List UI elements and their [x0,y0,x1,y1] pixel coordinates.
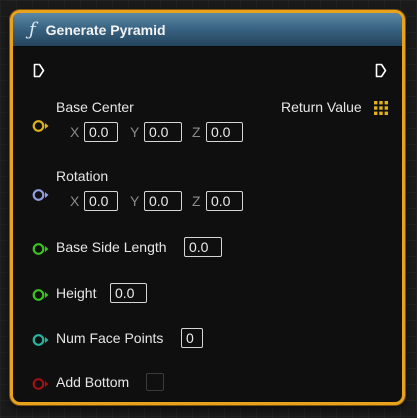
node-body: Base Center X 0.0 Y 0.0 Z 0.0 Return Val… [13,47,402,402]
base-center-y-field[interactable]: 0.0 [144,122,182,142]
height-label: Height [56,285,97,301]
height-field[interactable]: 0.0 [110,283,147,303]
array-grid-icon[interactable] [374,101,388,115]
base-center-x-label: X [70,124,80,140]
base-side-length-label: Base Side Length [56,239,167,255]
base-center-z-field[interactable]: 0.0 [206,122,243,142]
base-center-z-label: Z [192,124,201,140]
rotation-y-label: Y [130,193,140,209]
height-pin-icon[interactable] [32,289,50,301]
return-value-label: Return Value [281,99,362,115]
function-icon: ƒ [29,18,36,40]
base-center-x-field[interactable]: 0.0 [84,122,118,142]
rotation-z-label: Z [192,193,201,209]
rotation-pin-icon[interactable] [32,189,50,201]
add-bottom-checkbox[interactable] [146,373,164,391]
rotation-x-label: X [70,193,80,209]
base-center-label: Base Center [56,99,134,115]
node-title: Generate Pyramid [45,21,166,38]
rotation-label: Rotation [56,168,109,184]
add-bottom-label: Add Bottom [56,374,130,390]
base-side-length-field[interactable]: 0.0 [184,237,222,257]
num-face-points-field[interactable]: 0 [181,328,203,348]
base-center-pin-icon[interactable] [32,120,50,132]
exec-in-pin-icon[interactable] [33,63,45,78]
function-node[interactable]: ƒ Generate Pyramid Base Center X 0.0 Y 0… [10,10,405,405]
base-side-length-pin-icon[interactable] [32,243,50,255]
num-face-points-pin-icon[interactable] [32,334,50,346]
rotation-z-field[interactable]: 0.0 [206,191,243,211]
add-bottom-pin-icon[interactable] [32,378,50,390]
exec-out-pin-icon[interactable] [375,63,387,78]
base-center-y-label: Y [130,124,140,140]
node-header[interactable]: ƒ Generate Pyramid [13,13,402,47]
num-face-points-label: Num Face Points [56,330,164,346]
rotation-x-field[interactable]: 0.0 [84,191,118,211]
rotation-y-field[interactable]: 0.0 [144,191,182,211]
